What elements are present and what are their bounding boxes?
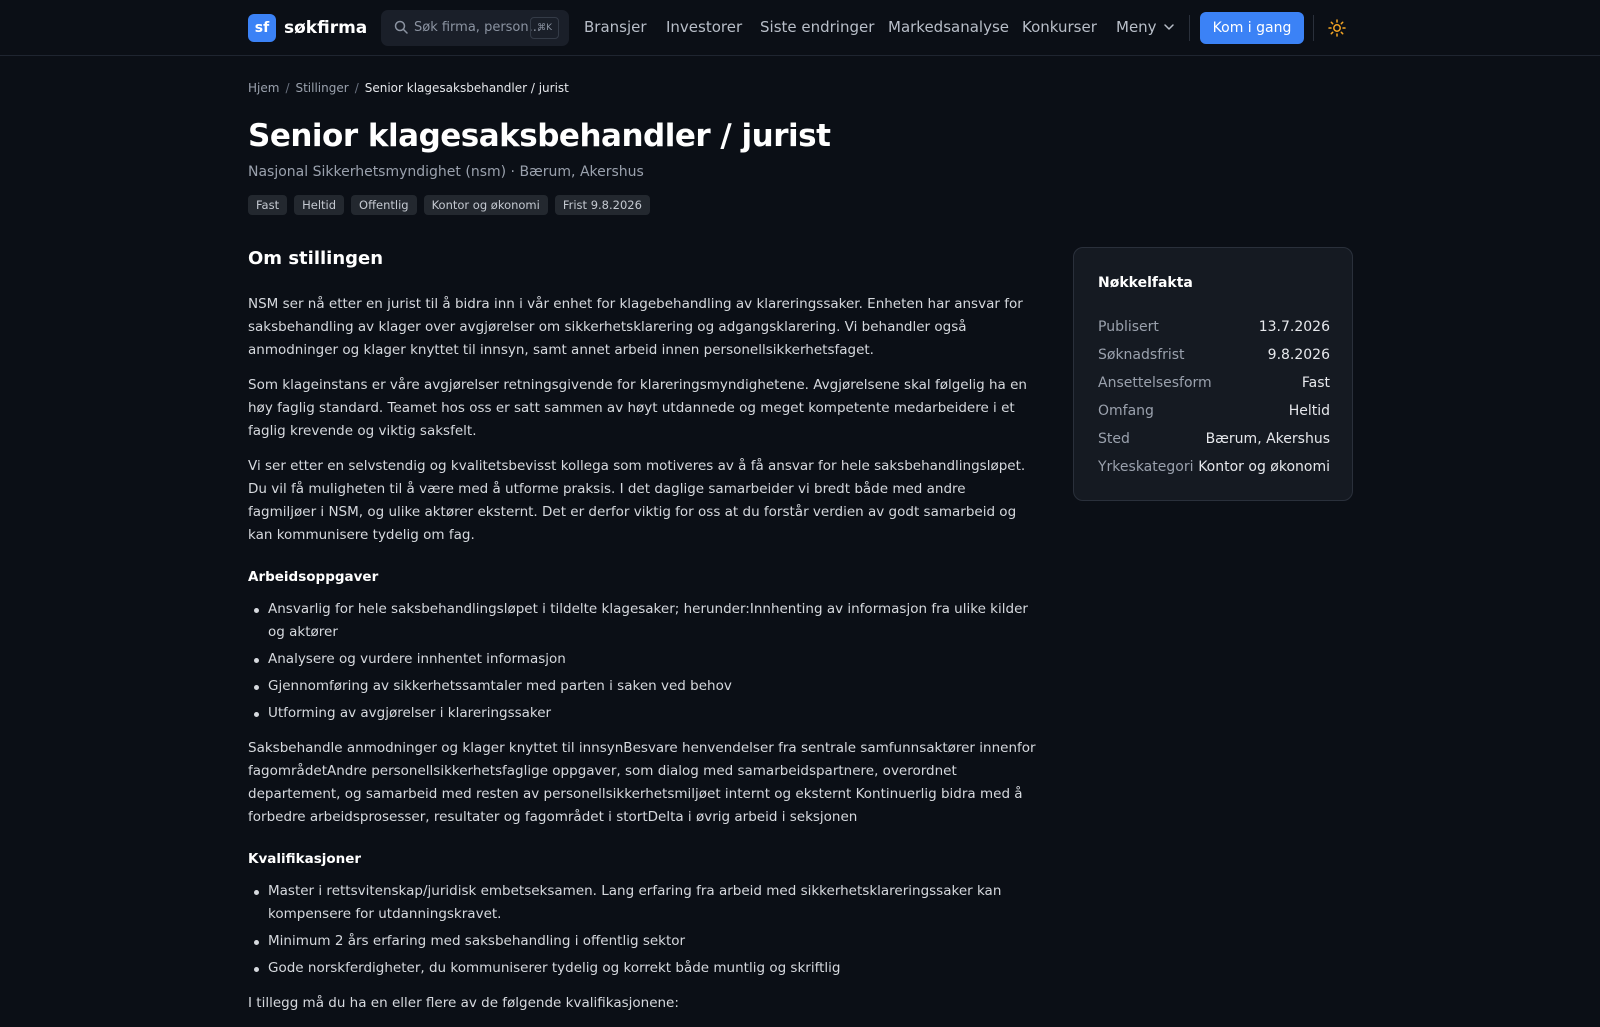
list-item: Utforming av avgjørelser i klareringssak… bbox=[248, 702, 1038, 725]
intro-paragraph: Vi ser etter en selvstendig og kvalitets… bbox=[248, 458, 1026, 543]
tag-extent: Heltid bbox=[294, 195, 345, 215]
breadcrumb-stillinger[interactable]: Stillinger bbox=[295, 81, 348, 95]
list-item: Minimum 2 års erfaring med saksbehandlin… bbox=[248, 930, 1038, 953]
search-input[interactable]: Søk firma, person... ⌘K bbox=[381, 10, 569, 46]
fact-label: Publisert bbox=[1098, 319, 1159, 335]
search-shortcut: ⌘K bbox=[530, 17, 559, 39]
menu-label: Meny bbox=[1116, 18, 1157, 36]
fact-value: Heltid bbox=[1288, 403, 1330, 419]
search-placeholder: Søk firma, person... bbox=[414, 20, 542, 35]
qualifications-list: Master i rettsvitenskap/juridisk embetse… bbox=[248, 880, 1038, 980]
fact-value: Kontor og økonomi bbox=[1198, 459, 1330, 475]
qualifications-heading: Kvalifikasjoner bbox=[248, 851, 362, 867]
tasks-extra-paragraph: Saksbehandle anmodninger og klager knytt… bbox=[248, 740, 1036, 825]
nav-investorer[interactable]: Investorer bbox=[666, 18, 742, 36]
fact-row-category: Yrkeskategori Kontor og økonomi bbox=[1098, 457, 1330, 477]
tag-deadline: Frist 9.8.2026 bbox=[554, 195, 650, 215]
key-facts-title: Nøkkelfakta bbox=[1098, 275, 1193, 291]
list-item: Ansvarlig for hele saksbehandlingsløpet … bbox=[248, 598, 1038, 644]
fact-label: Sted bbox=[1098, 431, 1130, 447]
fact-row-deadline: Søknadsfrist 9.8.2026 bbox=[1098, 345, 1330, 365]
fact-label: Yrkeskategori bbox=[1098, 459, 1194, 475]
fact-value: Bærum, Akershus bbox=[1205, 431, 1330, 447]
fact-label: Ansettelsesform bbox=[1098, 375, 1212, 391]
menu-dropdown[interactable]: Meny bbox=[1116, 18, 1175, 36]
list-item: Master i rettsvitenskap/juridisk embetse… bbox=[248, 880, 1038, 926]
top-navbar: sf søkfirma Søk firma, person... ⌘K Bran… bbox=[0, 0, 1600, 56]
breadcrumb-separator: / bbox=[285, 81, 290, 95]
tasks-list: Ansvarlig for hele saksbehandlingsløpet … bbox=[248, 598, 1038, 725]
page-title: Senior klagesaksbehandler / jurist bbox=[248, 118, 831, 154]
job-tags: Fast Heltid Offentlig Kontor og økonomi … bbox=[248, 195, 650, 215]
tag-category: Kontor og økonomi bbox=[423, 195, 548, 215]
nav-markedsanalyse[interactable]: Markedsanalyse bbox=[888, 18, 1009, 36]
chevron-down-icon bbox=[1163, 24, 1174, 30]
qualifications-extra-paragraph: I tillegg må du ha en eller flere av de … bbox=[248, 995, 679, 1011]
job-description: Om stillingen NSM ser nå etter en jurist… bbox=[248, 248, 1038, 1027]
sun-icon[interactable] bbox=[1327, 18, 1347, 38]
logo[interactable]: sf søkfirma bbox=[248, 14, 367, 42]
fact-value: 9.8.2026 bbox=[1267, 347, 1330, 363]
fact-label: Søknadsfrist bbox=[1098, 347, 1185, 363]
list-item: Analysere og vurdere innhentet informasj… bbox=[248, 648, 1038, 671]
tag-employment-type: Fast bbox=[248, 195, 288, 215]
nav-divider bbox=[1189, 15, 1190, 41]
tasks-heading: Arbeidsoppgaver bbox=[248, 569, 379, 585]
nav-divider bbox=[1313, 15, 1314, 41]
fact-label: Omfang bbox=[1098, 403, 1154, 419]
section-title: Om stillingen bbox=[248, 248, 384, 269]
nav-siste-endringer[interactable]: Siste endringer bbox=[760, 18, 874, 36]
get-started-button[interactable]: Kom i gang bbox=[1200, 12, 1304, 44]
intro-paragraph: NSM ser nå etter en jurist til å bidra i… bbox=[248, 296, 1023, 358]
nav-bransjer[interactable]: Bransjer bbox=[584, 18, 647, 36]
key-facts-card: Nøkkelfakta Publisert 13.7.2026 Søknadsf… bbox=[1073, 247, 1353, 501]
job-subtitle: Nasjonal Sikkerhetsmyndighet (nsm) · Bær… bbox=[248, 164, 644, 180]
breadcrumb-home[interactable]: Hjem bbox=[248, 81, 279, 95]
fact-row-employment-type: Ansettelsesform Fast bbox=[1098, 373, 1330, 393]
fact-row-extent: Omfang Heltid bbox=[1098, 401, 1330, 421]
logo-badge: sf bbox=[248, 14, 276, 42]
nav-konkurser[interactable]: Konkurser bbox=[1022, 18, 1097, 36]
logo-text: søkfirma bbox=[284, 18, 368, 38]
fact-value: Fast bbox=[1301, 375, 1330, 391]
breadcrumb: Hjem / Stillinger / Senior klagesaksbehandle… bbox=[248, 81, 569, 95]
fact-row-location: Sted Bærum, Akershus bbox=[1098, 429, 1330, 449]
breadcrumb-current: Senior klagesaksbehandler / jurist bbox=[364, 81, 569, 95]
search-icon bbox=[394, 20, 408, 34]
intro-paragraph: Som klageinstans er våre avgjørelser ret… bbox=[248, 377, 1027, 439]
fact-row-published: Publisert 13.7.2026 bbox=[1098, 317, 1330, 337]
list-item: Gjennomføring av sikkerhetssamtaler med … bbox=[248, 675, 1038, 698]
fact-value: 13.7.2026 bbox=[1258, 319, 1330, 335]
list-item: Gode norskferdigheter, du kommuniserer t… bbox=[248, 957, 1038, 980]
tag-sector: Offentlig bbox=[351, 195, 417, 215]
breadcrumb-separator: / bbox=[354, 81, 359, 95]
